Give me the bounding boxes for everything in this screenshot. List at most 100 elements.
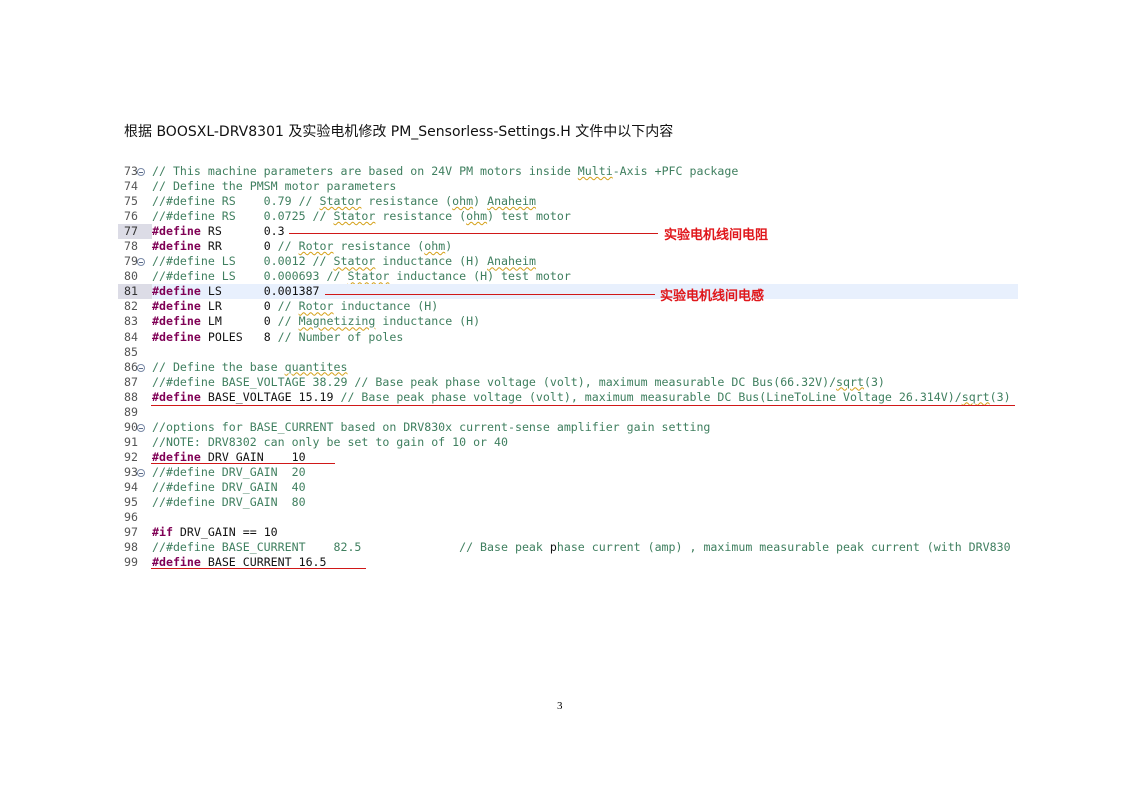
code-token: POLES 8 <box>200 329 278 344</box>
code-token: //#define BASE_VOLTAGE 38.29 // Base pea… <box>152 374 837 389</box>
rs-annotation: 实验电机线间电阻 <box>664 228 769 243</box>
line-number: 99 <box>124 555 138 570</box>
code-line: 94 //#define DRV_GAIN 40 <box>118 480 1018 495</box>
code-token: // This machine parameters are based on … <box>152 164 578 178</box>
code-line: 85 <box>118 345 1018 360</box>
line-number: 96 <box>124 510 138 525</box>
code-token: -Axis +PFC package <box>612 164 739 178</box>
line-number: 88 <box>124 389 138 404</box>
code-line: 82 #define LR 0 // Rotor inductance (H) <box>118 299 1018 314</box>
code-line: 96 <box>118 510 1018 525</box>
code-token: Anaheim <box>487 254 536 269</box>
line-number: 91 <box>124 434 138 449</box>
code-token: ohm <box>466 209 488 224</box>
line-number: 93 <box>118 465 152 480</box>
line-number: 76 <box>124 209 138 224</box>
code-token: // <box>277 299 299 314</box>
code-token: #define <box>152 299 201 314</box>
code-line: 98 //#define BASE_CURRENT 82.5 // Base pe… <box>118 540 1018 555</box>
code-token: #define <box>152 449 201 464</box>
line-number: 97 <box>124 525 138 540</box>
line-number: 87 <box>124 374 138 389</box>
code-token: #define <box>152 389 201 404</box>
code-token: //#define LS 0.0012 // <box>152 254 334 269</box>
fold-collapse-icon[interactable] <box>137 168 145 176</box>
code-token: // Define the base <box>152 359 285 374</box>
code-line: 90//options for BASE_CURRENT based on DR… <box>118 420 1018 435</box>
line-number: 92 <box>124 449 138 464</box>
code-token: LS 0.001387 <box>200 284 320 299</box>
code-token: Anaheim <box>487 194 536 209</box>
code-token: resistance ( <box>361 194 453 209</box>
underline-drv-gain <box>151 463 335 464</box>
fold-collapse-icon[interactable] <box>137 423 145 432</box>
code-token: LR 0 <box>200 299 278 314</box>
code-token: inductance (H) test motor <box>389 269 571 284</box>
code-token: RR 0 <box>200 239 278 254</box>
line-number: 85 <box>124 344 138 359</box>
code-token: // <box>277 239 299 254</box>
code-token: #if <box>152 525 173 540</box>
code-token: p <box>549 540 557 555</box>
line-number: 74 <box>124 179 138 194</box>
code-line: 88 #define BASE_VOLTAGE 15.19 // Base pea… <box>118 390 1018 405</box>
code-line: 93//#define DRV_GAIN 20 <box>118 465 1018 480</box>
code-line: 73// This machine parameters are based o… <box>118 164 1018 179</box>
code-line: 86// Define the base quantites <box>118 360 1018 375</box>
code-line: 83 #define LM 0 // Magnetizing inductance… <box>118 314 1018 329</box>
code-line: 79//#define LS 0.0012 // Stator inductan… <box>118 254 1018 269</box>
code-token: sqrt <box>836 374 864 389</box>
code-line: 76 //#define RS 0.0725 // Stator resistan… <box>118 209 1018 224</box>
line-number: 83 <box>124 314 138 329</box>
line-number: 84 <box>124 329 138 344</box>
code-line: 87 //#define BASE_VOLTAGE 38.29 // Base p… <box>118 375 1018 390</box>
ls-annotation: 实验电机线间电感 <box>660 289 765 304</box>
code-token: // <box>277 314 299 329</box>
code-token: Multi <box>577 164 613 178</box>
code-token: //#define BASE_CURRENT 82.5 // Base peak <box>152 540 550 555</box>
line-number: 75 <box>124 194 138 209</box>
code-token: DRV_GAIN == 10 <box>172 525 278 540</box>
line-number: 95 <box>124 495 138 510</box>
line-number: 73 <box>118 164 152 179</box>
code-token: BASE_VOLTAGE 15.19 <box>200 389 341 404</box>
ls-leader-line <box>325 294 655 295</box>
code-token: ohm <box>424 239 446 254</box>
underline-base-voltage <box>151 405 1015 406</box>
code-token: resistance ( <box>375 209 467 224</box>
code-token: Stator <box>347 269 390 284</box>
line-number: 89 <box>124 404 138 419</box>
fold-collapse-icon[interactable] <box>137 468 145 477</box>
line-number: 81 <box>118 284 152 300</box>
code-token: //options for BASE_CURRENT based on DRV8… <box>152 419 711 434</box>
code-token: Rotor <box>298 239 334 254</box>
code-token: //#define RS 0.0725 // <box>152 209 334 224</box>
code-token: ohm <box>452 194 474 209</box>
code-token: Stator <box>333 209 376 224</box>
rs-leader-line <box>289 233 658 234</box>
code-token: inductance (H) <box>375 254 488 269</box>
code-token: ) <box>445 239 453 254</box>
code-token: (3) <box>989 389 1011 404</box>
code-token: #define <box>152 224 201 239</box>
code-token: ) <box>473 194 488 209</box>
code-listing: 73// This machine parameters are based o… <box>118 164 1018 570</box>
code-line: 80 //#define LS 0.000693 // Stator induct… <box>118 269 1018 284</box>
fold-collapse-icon[interactable] <box>137 363 145 372</box>
line-number: 94 <box>124 479 138 494</box>
code-line: 74 // Define the PMSM motor parameters <box>118 179 1018 194</box>
code-token: quantites <box>284 359 348 374</box>
fold-collapse-icon[interactable] <box>137 258 145 267</box>
code-token: //#define DRV_GAIN 80 <box>152 495 306 510</box>
code-line: 95 //#define DRV_GAIN 80 <box>118 495 1018 510</box>
code-line: 78 #define RR 0 // Rotor resistance (ohm) <box>118 239 1018 254</box>
line-number: 82 <box>124 299 138 314</box>
code-token: inductance (H) <box>333 299 439 314</box>
code-token: LM 0 <box>200 314 278 329</box>
code-token: sqrt <box>961 389 990 404</box>
code-line: 89 <box>118 405 1018 420</box>
code-token: //#define DRV_GAIN 20 <box>152 464 306 479</box>
code-token: (3) <box>863 374 885 389</box>
code-token: RS 0.3 <box>200 224 285 239</box>
code-token: // Define the PMSM motor parameters <box>152 179 397 194</box>
